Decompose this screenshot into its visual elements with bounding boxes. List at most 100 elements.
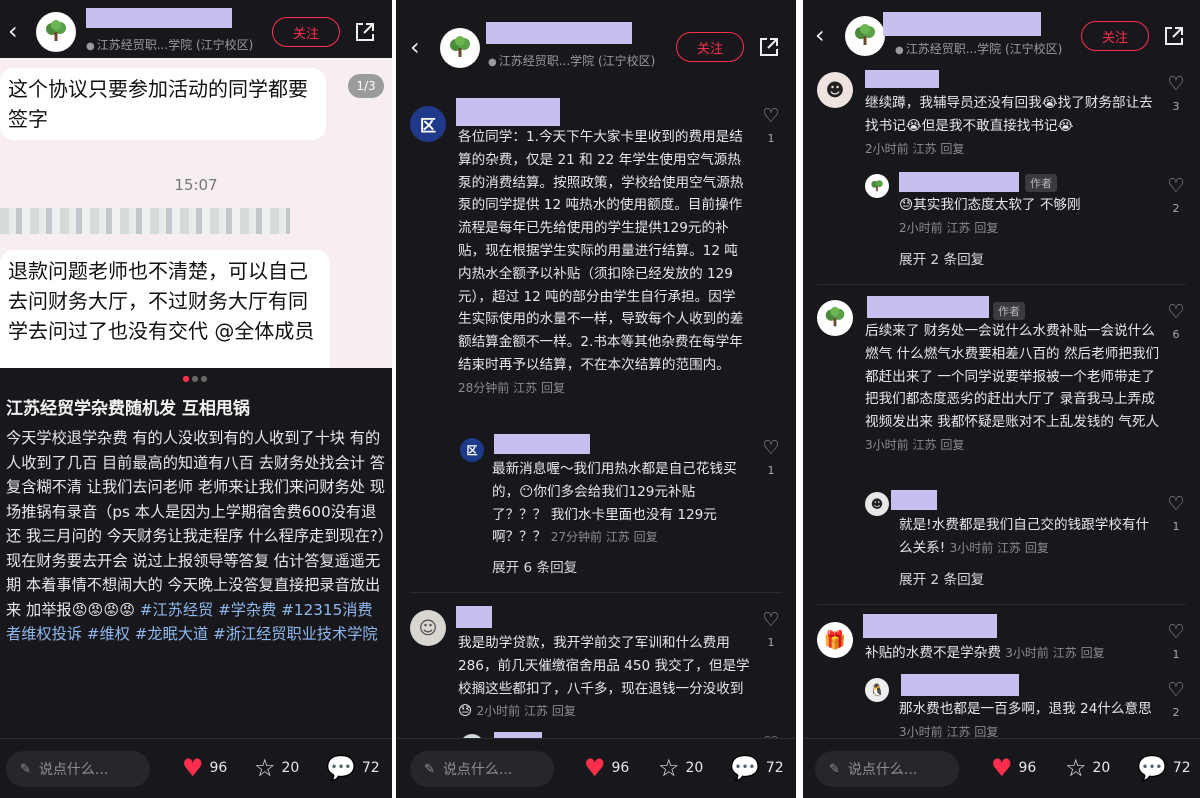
post-body-text: 今天学校退学杂费 有的人没收到有的人收到了十块 有的人收到了几百 目前最高的知道… bbox=[6, 429, 386, 619]
reply-button[interactable]: 回复 bbox=[1081, 646, 1105, 660]
comment-bubble-icon: 💬 bbox=[730, 754, 760, 782]
follow-button[interactable]: 关注 bbox=[272, 17, 340, 47]
reply-button[interactable]: 回复 bbox=[1025, 541, 1049, 555]
expand-replies-button[interactable]: 展开 6 条回复 bbox=[492, 556, 577, 576]
reply-button[interactable]: 回复 bbox=[940, 142, 964, 156]
commenter-avatar[interactable]: 🐧 bbox=[865, 678, 889, 702]
post-image[interactable]: 这个协议只要参加活动的同学都要签字 1/3 15:07 退款问题老师也不清楚，可… bbox=[0, 58, 392, 368]
heart-outline-icon: ♡ bbox=[762, 609, 780, 631]
pencil-icon: ✎ bbox=[424, 761, 435, 777]
star-icon: ☆ bbox=[658, 754, 680, 782]
favorite-button[interactable]: ☆ 20 bbox=[658, 755, 703, 781]
follow-button[interactable]: 关注 bbox=[1081, 21, 1149, 51]
pencil-icon: ✎ bbox=[829, 761, 840, 777]
heart-icon: ♥ bbox=[991, 754, 1013, 782]
author-avatar[interactable] bbox=[36, 12, 76, 52]
bottom-bar: ✎ 说点什么... ♥ 96 ☆ 20 💬 72 bbox=[803, 738, 1200, 798]
comment-like-button[interactable]: ♡ 2 bbox=[1165, 680, 1187, 719]
reply-button[interactable]: 回复 bbox=[541, 381, 565, 395]
comment-count: 72 bbox=[1172, 760, 1191, 776]
share-icon[interactable] bbox=[758, 36, 780, 58]
commenter-name-redacted bbox=[863, 614, 997, 638]
comment-like-button[interactable]: ♡ 1 bbox=[760, 106, 782, 145]
favorite-count: 20 bbox=[281, 760, 300, 776]
follow-button[interactable]: 关注 bbox=[676, 32, 744, 62]
like-button[interactable]: ♥ 96 bbox=[182, 755, 227, 781]
comment-like-button[interactable]: ♡ 6 bbox=[1165, 302, 1187, 341]
commenter-avatar[interactable]: ☻ bbox=[817, 72, 853, 108]
comment-input[interactable]: ✎ 说点什么... bbox=[6, 751, 150, 787]
pencil-icon: ✎ bbox=[20, 761, 31, 777]
post-title: 江苏经贸学杂费随机发 互相甩锅 bbox=[6, 399, 250, 419]
back-arrow-icon[interactable]: ‹ bbox=[410, 34, 432, 60]
person-icon: ☻ bbox=[870, 497, 884, 511]
back-arrow-icon[interactable]: ‹ bbox=[8, 18, 30, 44]
comment-like-button[interactable]: ♡ 1 bbox=[1165, 622, 1187, 661]
comment-like-button[interactable]: ♡ 1 bbox=[760, 610, 782, 649]
top-bar: ‹ ● 江苏经贸职...学院 (江宁校区) 关注 bbox=[803, 0, 1200, 64]
tree-icon bbox=[450, 36, 470, 57]
commenter-name-redacted bbox=[901, 674, 1019, 696]
comment-input[interactable]: ✎ 说点什么... bbox=[410, 751, 554, 787]
reply-button[interactable]: 回复 bbox=[974, 725, 998, 739]
reply-button[interactable]: 回复 bbox=[634, 530, 658, 544]
back-arrow-icon[interactable]: ‹ bbox=[815, 22, 837, 48]
commenter-avatar[interactable] bbox=[817, 300, 853, 336]
share-icon[interactable] bbox=[1163, 25, 1185, 47]
comment-meta: 28分钟前 江苏 回复 bbox=[458, 380, 565, 395]
favorite-button[interactable]: ☆ 20 bbox=[254, 755, 299, 781]
reply-button[interactable]: 回复 bbox=[552, 704, 576, 718]
comment-like-count: 3 bbox=[1172, 100, 1180, 113]
comment-count: 72 bbox=[765, 760, 784, 776]
comment-input[interactable]: ✎ 说点什么... bbox=[815, 751, 959, 787]
expand-replies-button[interactable]: 展开 2 条回复 bbox=[899, 568, 984, 588]
comment-button[interactable]: 💬 72 bbox=[1137, 755, 1191, 781]
comment-like-button[interactable]: ♡ 1 bbox=[760, 438, 782, 477]
comment-meta: 2小时前 江苏 回复 bbox=[476, 704, 576, 719]
penguin-icon: 🐧 bbox=[869, 683, 885, 697]
hashtag[interactable]: #江苏经贸 bbox=[140, 601, 213, 619]
commenter-name-redacted bbox=[494, 434, 590, 454]
comment-body: 补贴的水费不是学杂费 3小时前 江苏 回复 bbox=[865, 642, 1161, 665]
commenter-avatar[interactable]: 🎁 bbox=[817, 622, 853, 658]
hashtag[interactable]: #浙江经贸职业技术学院 bbox=[213, 625, 378, 643]
favorite-button[interactable]: ☆ 20 bbox=[1065, 755, 1110, 781]
like-button[interactable]: ♥ 96 bbox=[991, 755, 1036, 781]
heart-outline-icon: ♡ bbox=[762, 437, 780, 459]
heart-outline-icon: ♡ bbox=[1167, 73, 1185, 95]
comment-text: 各位同学：1.今天下午大家卡里收到的费用是结算的杂费，仅是 21 和 22 年学… bbox=[458, 129, 744, 373]
comment-like-button[interactable]: ♡ 1 bbox=[1165, 494, 1187, 533]
reply-button[interactable]: 回复 bbox=[940, 438, 964, 452]
author-avatar[interactable] bbox=[845, 16, 885, 56]
divider bbox=[817, 284, 1186, 285]
expand-replies-button[interactable]: 展开 2 条回复 bbox=[899, 248, 984, 268]
comment-count: 72 bbox=[361, 760, 380, 776]
hashtag[interactable]: #维权 bbox=[87, 625, 130, 643]
location-label: ● 江苏经贸职...学院 (江宁校区) bbox=[488, 52, 655, 69]
comment-meta: 3小时前 江苏 回复 bbox=[899, 724, 999, 739]
comment-meta: 3小时前 江苏 回复 bbox=[949, 540, 1049, 555]
share-icon[interactable] bbox=[354, 21, 376, 43]
commenter-avatar[interactable] bbox=[865, 174, 889, 198]
hashtag[interactable]: #龙眠大道 bbox=[135, 625, 208, 643]
comment-meta: 3小时前 江苏 回复 bbox=[865, 437, 965, 452]
location-label: ● 江苏经贸职...学院 (江宁校区) bbox=[895, 40, 1062, 57]
author-name-redacted bbox=[486, 22, 632, 44]
commenter-avatar[interactable]: 区 bbox=[410, 106, 446, 142]
comment-button[interactable]: 💬 72 bbox=[326, 755, 380, 781]
comment-like-button[interactable]: ♡ 3 bbox=[1165, 74, 1187, 113]
post-panel-3: ‹ ● 江苏经贸职...学院 (江宁校区) 关注 ☻ 继续蹲，我辅导员还没有回我😭… bbox=[803, 0, 1200, 798]
comment-text: 那水费也都是一百多啊，退我 24什么意思 bbox=[899, 701, 1152, 717]
author-avatar[interactable] bbox=[440, 28, 480, 68]
reply-button[interactable]: 回复 bbox=[974, 221, 998, 235]
comment-like-button[interactable]: ♡ 2 bbox=[1165, 176, 1187, 215]
comment-body: 最新消息喔～我们用热水都是自己花钱买的，😶你们多会给我们129元补贴了？？？ 我… bbox=[492, 458, 748, 549]
hashtag[interactable]: #学杂费 bbox=[218, 601, 276, 619]
location-text: 江苏经贸职...学院 (江宁校区) bbox=[96, 38, 254, 52]
like-button[interactable]: ♥ 96 bbox=[584, 755, 629, 781]
commenter-avatar[interactable]: ☺ bbox=[410, 610, 446, 646]
commenter-avatar[interactable]: ☻ bbox=[865, 492, 889, 516]
comment-button[interactable]: 💬 72 bbox=[730, 755, 784, 781]
comment-placeholder: 说点什么... bbox=[442, 762, 513, 778]
commenter-avatar[interactable]: 区 bbox=[460, 438, 484, 462]
